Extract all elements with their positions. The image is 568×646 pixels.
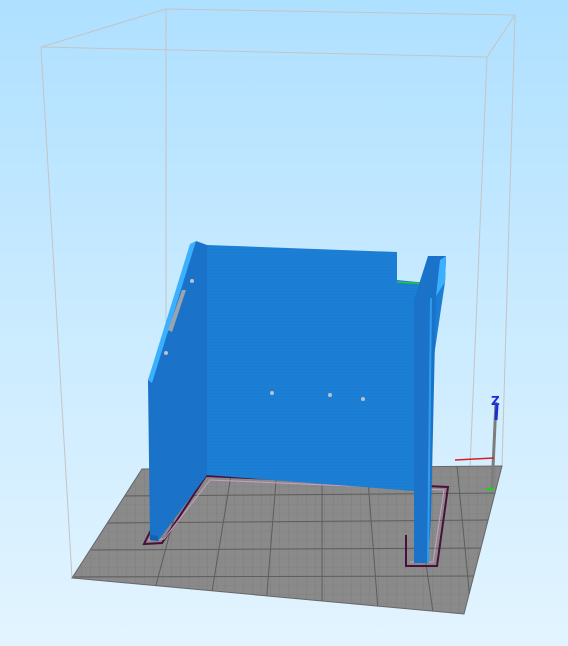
z-axis-label: Z xyxy=(491,394,500,408)
3d-viewport[interactable]: Z xyxy=(0,0,568,646)
scene-canvas[interactable]: Z xyxy=(0,0,568,646)
build-plate xyxy=(71,465,503,615)
x-axis-line xyxy=(454,457,495,461)
